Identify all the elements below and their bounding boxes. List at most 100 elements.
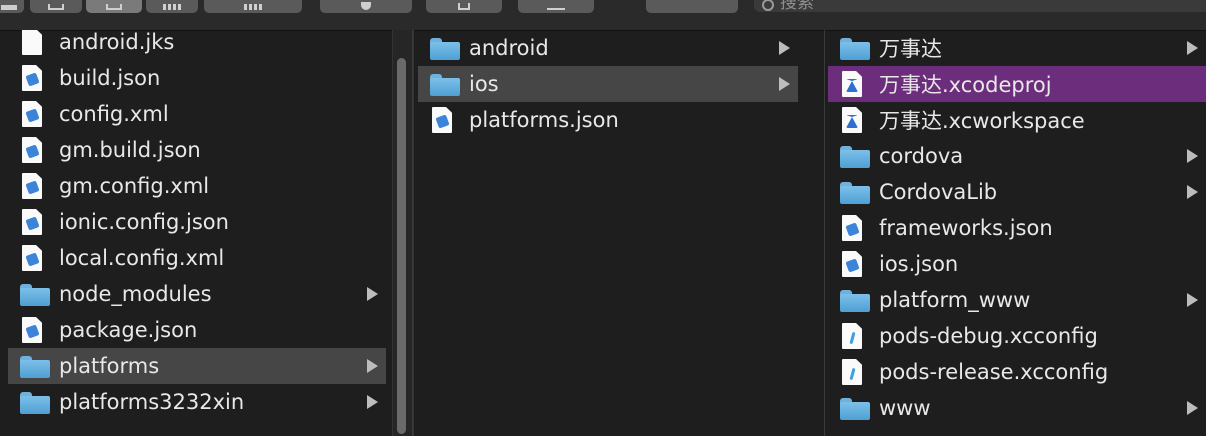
xcconfig-icon (840, 359, 866, 385)
file-item[interactable]: pods-release.xcconfig (828, 354, 1206, 390)
folder-item[interactable]: android (418, 30, 798, 66)
toolbar-extra-button[interactable] (646, 0, 738, 13)
folder-icon (20, 353, 50, 379)
item-label: 万事达.xcodeproj (879, 73, 1052, 97)
item-label: config.xml (59, 102, 169, 126)
xcconfig-icon (840, 323, 866, 349)
json-file-icon (840, 215, 866, 241)
file-item[interactable]: android.jks (8, 30, 386, 60)
chevron-right-icon (779, 41, 790, 55)
chevron-right-icon (1187, 149, 1198, 163)
search-icon (762, 0, 774, 11)
column-divider[interactable] (412, 30, 413, 436)
folder-icon (430, 35, 460, 61)
search-input[interactable]: 搜索 (754, 0, 1206, 13)
item-label: frameworks.json (879, 216, 1053, 240)
item-label: node_modules (59, 282, 212, 306)
chevron-right-icon (1187, 185, 1198, 199)
chevron-right-icon (367, 395, 378, 409)
item-label: ios.json (879, 252, 959, 276)
item-label: cordova (879, 144, 964, 168)
finder-toolbar: 搜索 (0, 0, 1206, 31)
scrollbar-thumb[interactable] (397, 58, 406, 434)
folder-item[interactable]: platform_www (828, 282, 1206, 318)
chevron-right-icon (779, 77, 790, 91)
folder-icon (20, 389, 50, 415)
folder-item[interactable]: www (828, 390, 1206, 426)
json-file-icon (20, 65, 46, 91)
folder-item[interactable]: node_modules (8, 276, 386, 312)
item-label: pods-debug.xcconfig (879, 324, 1098, 348)
file-item[interactable]: config.xml (8, 96, 386, 132)
view-list-icon (48, 4, 64, 10)
file-item[interactable]: frameworks.json (828, 210, 1206, 246)
xml-file-icon (20, 245, 46, 271)
group-icon (244, 4, 262, 10)
xml-file-icon (20, 173, 46, 199)
folder-icon (840, 395, 870, 421)
column-scrollbar[interactable] (392, 30, 414, 436)
file-item[interactable]: 万事达.xcworkspace (828, 102, 1206, 138)
chevron-right-icon (367, 359, 378, 373)
item-label: pods-release.xcconfig (879, 360, 1109, 384)
search-placeholder: 搜索 (780, 0, 814, 13)
file-item[interactable]: 万事达.xcodeproj (828, 66, 1206, 102)
column-platforms[interactable]: android ios platforms.json (418, 30, 798, 436)
group-button[interactable] (204, 0, 302, 13)
view-gallery-icon (163, 4, 181, 10)
document-icon (20, 30, 46, 55)
folder-icon (840, 143, 870, 169)
column-divider[interactable] (824, 30, 825, 436)
file-item[interactable]: package.json (8, 312, 386, 348)
folder-item[interactable]: 万事达 (828, 30, 1206, 66)
item-label: local.config.xml (59, 246, 225, 270)
view-columns-button[interactable] (86, 0, 142, 13)
view-icons-button[interactable] (0, 0, 24, 13)
chevron-right-icon (1187, 401, 1198, 415)
folder-item[interactable]: ios (418, 66, 798, 102)
item-label: platform_www (879, 288, 1031, 312)
folder-icon (840, 179, 870, 205)
item-label: gm.config.xml (59, 174, 210, 198)
json-file-icon (20, 209, 46, 235)
folder-icon (430, 71, 460, 97)
folder-item[interactable]: CordovaLib (828, 174, 1206, 210)
tags-button[interactable] (518, 0, 594, 13)
folder-item[interactable]: platforms3232xin (8, 384, 386, 420)
json-file-icon (430, 107, 456, 133)
xcodeproj-icon (840, 71, 866, 97)
chevron-right-icon (367, 287, 378, 301)
column-ios[interactable]: 万事达万事达.xcodeproj 万事达.xcworkspace cordova Co… (828, 30, 1206, 436)
xcworkspace-icon (840, 107, 866, 133)
item-label: platforms.json (469, 108, 619, 132)
item-label: android (469, 36, 549, 60)
folder-item[interactable]: platforms (8, 348, 386, 384)
file-item[interactable]: ios.json (828, 246, 1206, 282)
file-item[interactable]: ionic.config.json (8, 204, 386, 240)
item-label: package.json (59, 318, 198, 342)
file-item[interactable]: local.config.xml (8, 240, 386, 276)
item-label: platforms3232xin (59, 390, 245, 414)
view-list-button[interactable] (30, 0, 82, 13)
json-file-icon (20, 317, 46, 343)
folder-icon (840, 287, 870, 313)
view-gallery-button[interactable] (146, 0, 198, 13)
item-label: 万事达.xcworkspace (879, 109, 1085, 133)
action-gear-icon (361, 2, 371, 10)
file-item[interactable]: platforms.json (418, 102, 798, 138)
file-item[interactable]: pods-debug.xcconfig (828, 318, 1206, 354)
action-button[interactable] (320, 0, 412, 13)
share-button[interactable] (426, 0, 502, 13)
view-columns-icon (106, 4, 122, 10)
file-item[interactable]: build.json (8, 60, 386, 96)
column-project-root[interactable]: android.jks build.json config.xml gm.build.… (8, 30, 386, 436)
folder-item[interactable]: cordova (828, 138, 1206, 174)
share-icon (458, 3, 470, 10)
tags-icon (547, 8, 565, 10)
item-label: build.json (59, 66, 161, 90)
item-label: 万事达 (879, 37, 942, 61)
file-item[interactable]: gm.build.json (8, 132, 386, 168)
item-label: gm.build.json (59, 138, 201, 162)
file-item[interactable]: gm.config.xml (8, 168, 386, 204)
item-label: ionic.config.json (59, 210, 229, 234)
